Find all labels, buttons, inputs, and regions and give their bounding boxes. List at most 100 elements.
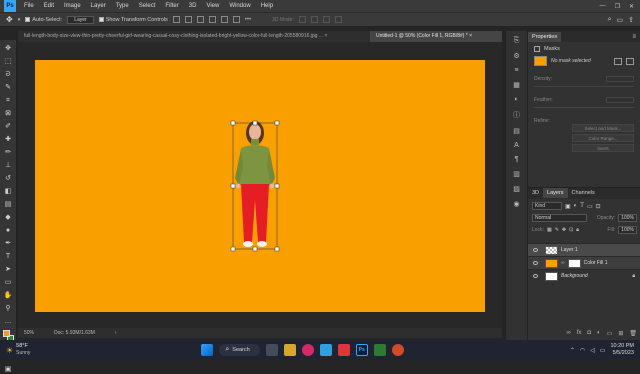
eyedropper-tool-icon[interactable]: ✐ bbox=[3, 122, 13, 131]
kind-filter-dropdown[interactable]: Kind bbox=[532, 202, 562, 210]
auto-select-checkbox[interactable] bbox=[25, 17, 31, 22]
zoom-level[interactable]: 50% bbox=[24, 330, 34, 336]
layer-mask-thumbnail[interactable] bbox=[567, 258, 581, 268]
menu-image[interactable]: Image bbox=[59, 3, 86, 9]
add-pixel-mask-icon[interactable] bbox=[614, 57, 622, 65]
stamp-tool-icon[interactable]: ⊥ bbox=[3, 161, 13, 170]
browser-icon[interactable] bbox=[391, 344, 404, 356]
tab-channels[interactable]: Channels bbox=[568, 188, 599, 198]
status-arrow-icon[interactable]: › bbox=[115, 330, 117, 336]
healing-tool-icon[interactable]: ✚ bbox=[3, 135, 13, 144]
lasso-tool-icon[interactable]: ᘐ bbox=[3, 70, 13, 79]
auto-select-option[interactable]: Auto-Select: bbox=[25, 17, 62, 23]
layer-row-layer-1[interactable]: Layer 1 bbox=[528, 243, 640, 256]
visibility-eye-icon[interactable] bbox=[533, 274, 538, 278]
align-bottom-icon[interactable] bbox=[232, 16, 240, 23]
density-field[interactable] bbox=[606, 76, 634, 82]
3d-pan-icon[interactable] bbox=[322, 16, 330, 23]
battery-icon[interactable]: ▭ bbox=[600, 347, 606, 354]
clock-date[interactable]: 5/5/2023 bbox=[610, 350, 634, 357]
filter-type-icon[interactable]: T bbox=[580, 203, 584, 209]
wifi-icon[interactable]: ◠ bbox=[580, 347, 585, 354]
chain-link-icon[interactable]: ∞ bbox=[561, 260, 565, 266]
blend-mode-dropdown[interactable]: Normal bbox=[532, 214, 587, 222]
tab-source-image[interactable]: full-length-body-size-view-thin-pretty-c… bbox=[18, 31, 370, 42]
feather-field[interactable] bbox=[606, 97, 634, 103]
quick-select-tool-icon[interactable]: ✎ bbox=[3, 83, 13, 92]
tab-untitled-1[interactable]: Untitled-1 @ 50% (Color Fill 1, RGB/8#) … bbox=[370, 31, 502, 42]
layer-row-background[interactable]: Background 🔒︎ bbox=[528, 269, 640, 282]
tray-arrow-icon[interactable]: ⌃ bbox=[570, 347, 575, 354]
align-right-icon[interactable] bbox=[196, 16, 204, 23]
3d-roll-icon[interactable] bbox=[310, 16, 318, 23]
menu-3d[interactable]: 3D bbox=[184, 3, 202, 9]
volume-icon[interactable]: ◁ bbox=[590, 347, 595, 354]
align-top-icon[interactable] bbox=[208, 16, 216, 23]
link-layers-icon[interactable]: ∞ bbox=[566, 330, 570, 337]
dropdown-icon[interactable]: ▾ bbox=[18, 17, 21, 23]
align-center-icon[interactable] bbox=[184, 16, 192, 23]
styles-panel-icon[interactable]: ▥ bbox=[513, 170, 520, 178]
lock-pixels-icon[interactable]: ▦ bbox=[547, 227, 552, 233]
search-icon[interactable]: ⌕ bbox=[608, 16, 612, 24]
layer-1-person-image[interactable] bbox=[228, 116, 280, 256]
close-icon[interactable]: ✕ bbox=[629, 3, 634, 10]
video-app-icon[interactable] bbox=[337, 344, 350, 356]
menu-select[interactable]: Select bbox=[134, 3, 161, 9]
zoom-tool-icon[interactable]: ⚲ bbox=[3, 304, 13, 313]
marquee-tool-icon[interactable]: ⬚ bbox=[3, 57, 13, 66]
filter-pixel-icon[interactable]: ▣ bbox=[565, 203, 571, 210]
color-range-button[interactable]: Color Range... bbox=[572, 134, 634, 142]
frame-tool-icon[interactable]: ⊠ bbox=[3, 109, 13, 118]
menu-edit[interactable]: Edit bbox=[39, 3, 59, 9]
opacity-field[interactable]: 100% bbox=[618, 214, 637, 222]
color-panel-icon[interactable]: ◐ bbox=[514, 96, 518, 103]
tab-layers[interactable]: Layers bbox=[543, 188, 568, 198]
task-view-icon[interactable] bbox=[265, 344, 278, 356]
blur-tool-icon[interactable]: ◆ bbox=[3, 213, 13, 222]
menu-type[interactable]: Type bbox=[111, 3, 134, 9]
visibility-eye-icon[interactable] bbox=[533, 261, 538, 265]
select-and-mask-button[interactable]: Select and Mask... bbox=[572, 124, 634, 132]
filter-smart-icon[interactable]: ⊡ bbox=[596, 203, 601, 210]
paragraph-panel-icon[interactable]: ¶ bbox=[515, 156, 519, 163]
screen-mode-icon[interactable]: ▣ bbox=[3, 365, 13, 374]
foreground-color-swatch[interactable] bbox=[3, 330, 10, 337]
share-icon[interactable]: ⇪ bbox=[628, 16, 634, 24]
layer-row-color-fill-1[interactable]: ∞ Color Fill 1 bbox=[528, 256, 640, 269]
photoshop-logo[interactable]: Ps bbox=[4, 0, 16, 12]
dodge-tool-icon[interactable]: ● bbox=[3, 226, 13, 235]
lock-artboard-icon[interactable]: ⊡ bbox=[569, 227, 573, 233]
align-middle-icon[interactable] bbox=[220, 16, 228, 23]
panel-menu-icon[interactable]: ≡ bbox=[632, 34, 640, 40]
fx-icon[interactable]: fx bbox=[577, 330, 582, 337]
pen-tool-icon[interactable]: ✒ bbox=[3, 239, 13, 248]
file-explorer-icon[interactable] bbox=[283, 344, 296, 356]
new-layer-icon[interactable]: ⊞ bbox=[618, 330, 623, 337]
transform-checkbox[interactable] bbox=[98, 17, 104, 22]
visibility-eye-icon[interactable] bbox=[533, 248, 538, 252]
add-vector-mask-icon[interactable] bbox=[626, 57, 634, 65]
more-options-icon[interactable]: ••• bbox=[245, 17, 251, 23]
menu-view[interactable]: View bbox=[201, 3, 224, 9]
glyphs-panel-icon[interactable]: A bbox=[514, 142, 519, 149]
clock-time[interactable]: 10:20 PM bbox=[610, 343, 634, 350]
brush-panel-icon[interactable]: ⚙ bbox=[513, 52, 519, 60]
shape-tool-icon[interactable]: ▭ bbox=[3, 278, 13, 287]
3d-slide-icon[interactable] bbox=[334, 16, 342, 23]
filter-shape-icon[interactable]: ▭ bbox=[587, 203, 593, 210]
telegram-icon[interactable] bbox=[319, 344, 332, 356]
3d-rotate-icon[interactable] bbox=[298, 16, 306, 23]
taskbar-search[interactable]: ⌕ Search bbox=[219, 344, 260, 356]
menu-layer[interactable]: Layer bbox=[86, 3, 111, 9]
move-tool-icon[interactable]: ✥ bbox=[3, 44, 13, 53]
adjust-panel-icon[interactable]: ≡ bbox=[514, 67, 518, 74]
info-panel-icon[interactable]: ⓘ bbox=[513, 110, 520, 120]
minimize-icon[interactable]: — bbox=[600, 3, 606, 10]
transform-controls-option[interactable]: Show Transform Controls bbox=[98, 17, 168, 23]
lock-all-icon[interactable]: 🔒︎ bbox=[576, 227, 579, 233]
filter-adjust-icon[interactable]: ◐ bbox=[574, 203, 578, 209]
lock-move-icon[interactable]: ✥ bbox=[562, 227, 566, 233]
mask-thumbnail[interactable] bbox=[534, 56, 547, 66]
app-taskbar-icon[interactable] bbox=[373, 344, 386, 356]
